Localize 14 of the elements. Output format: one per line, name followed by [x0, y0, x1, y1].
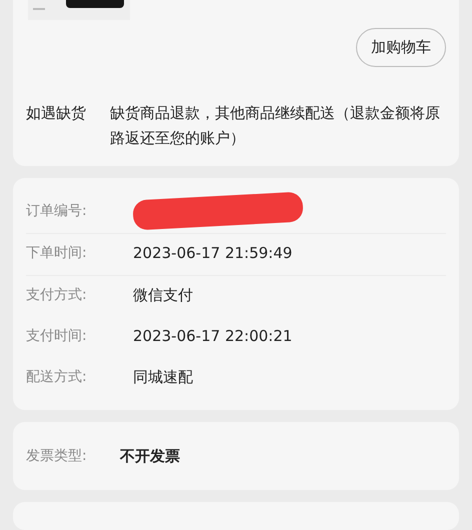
field-value: 2023-06-17 21:59:49 — [133, 244, 292, 262]
field-value: 同城速配 — [133, 368, 193, 386]
field-label: 下单时间: — [26, 244, 88, 262]
field-value: 不开发票 — [120, 446, 180, 466]
field-value: 2023-06-17 22:00:21 — [133, 327, 292, 345]
field-label: 支付方式: — [26, 286, 88, 304]
field-label: 发票类型: — [26, 447, 88, 465]
field-label: 支付时间: — [26, 327, 88, 345]
field-value: 微信支付 — [133, 286, 193, 304]
field-label: 配送方式: — [26, 368, 88, 386]
field-label: 订单编号: — [26, 202, 88, 220]
add-to-cart-button[interactable]: 加购物车 — [356, 28, 446, 67]
stockout-policy-text: 缺货商品退款，其他商品继续配送（退款金额将原路返还至您的账户） — [110, 103, 441, 149]
stockout-label: 如遇缺货 — [26, 103, 87, 124]
